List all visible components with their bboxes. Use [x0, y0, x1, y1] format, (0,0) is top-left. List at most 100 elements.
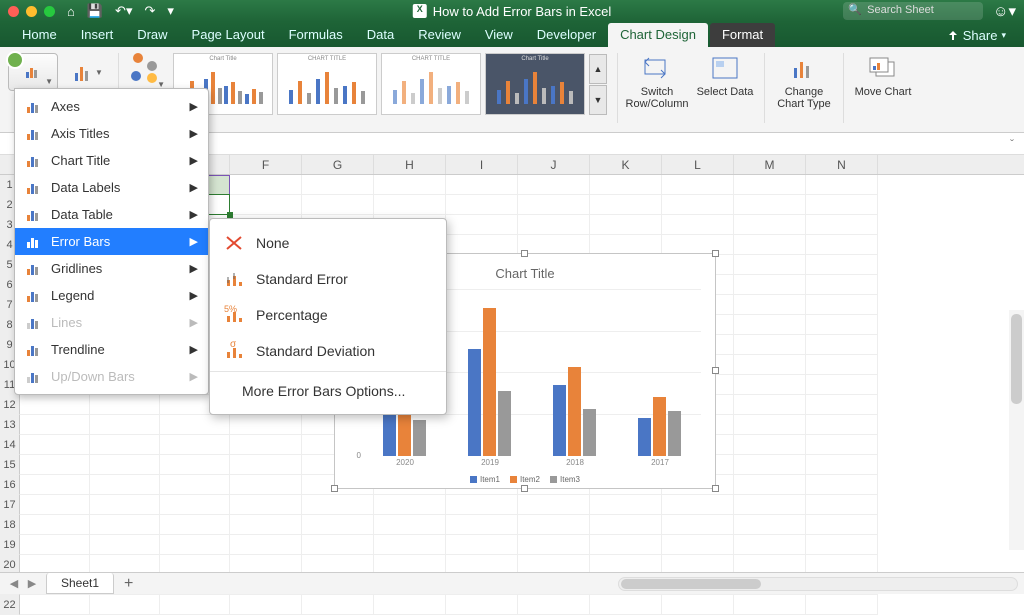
row-header[interactable]: 13 — [0, 415, 20, 435]
cell[interactable] — [590, 595, 662, 615]
cell[interactable] — [734, 595, 806, 615]
error-bars-standard-deviation[interactable]: σ Standard Deviation — [210, 333, 446, 369]
cell[interactable] — [518, 195, 590, 215]
chart-style-4[interactable]: Chart Title — [485, 53, 585, 115]
cell[interactable] — [662, 495, 734, 515]
cell[interactable] — [518, 495, 590, 515]
sheet-nav-first[interactable]: ◀ — [6, 577, 22, 590]
cell[interactable] — [90, 535, 160, 555]
cell[interactable] — [590, 535, 662, 555]
menu-item-data-table[interactable]: Data Table▶ — [15, 201, 208, 228]
cell[interactable] — [160, 455, 230, 475]
cell[interactable] — [446, 215, 518, 235]
tab-draw[interactable]: Draw — [125, 23, 179, 47]
cell[interactable] — [518, 515, 590, 535]
cell[interactable] — [230, 435, 302, 455]
chart-bar[interactable] — [638, 418, 651, 456]
column-header[interactable]: G — [302, 155, 374, 174]
chart-resize-handle[interactable] — [712, 485, 719, 492]
cell[interactable] — [806, 215, 878, 235]
cell[interactable] — [734, 435, 806, 455]
chart-bar[interactable] — [668, 411, 681, 456]
cell[interactable] — [806, 475, 878, 495]
cell[interactable] — [374, 175, 446, 195]
cell[interactable] — [734, 535, 806, 555]
tab-data[interactable]: Data — [355, 23, 406, 47]
cell[interactable] — [20, 415, 90, 435]
menu-item-axis-titles[interactable]: Axis Titles▶ — [15, 120, 208, 147]
chart-bar[interactable] — [583, 409, 596, 456]
change-colors-button[interactable]: ▼ — [129, 53, 163, 87]
chart-bar[interactable] — [498, 391, 511, 456]
chart-style-3[interactable]: CHART TITLE — [381, 53, 481, 115]
cell[interactable] — [446, 175, 518, 195]
cell[interactable] — [806, 355, 878, 375]
cell[interactable] — [90, 595, 160, 615]
cell[interactable] — [160, 495, 230, 515]
cell[interactable] — [806, 195, 878, 215]
cell[interactable] — [734, 495, 806, 515]
cell[interactable] — [90, 435, 160, 455]
cell[interactable] — [734, 415, 806, 435]
cell[interactable] — [90, 395, 160, 415]
column-header[interactable]: L — [662, 155, 734, 174]
sheet-tab-sheet1[interactable]: Sheet1 — [46, 573, 114, 594]
cell[interactable] — [230, 195, 302, 215]
cell[interactable] — [374, 595, 446, 615]
chart-styles-gallery[interactable]: Chart Title CHART TITLE CHART TITLE — [173, 53, 607, 115]
cell[interactable] — [302, 595, 374, 615]
qat-customize-icon[interactable]: ▾ — [167, 3, 174, 19]
maximize-window-button[interactable] — [44, 6, 55, 17]
cell[interactable] — [734, 215, 806, 235]
cell[interactable] — [20, 435, 90, 455]
cell[interactable] — [734, 395, 806, 415]
cell[interactable] — [734, 175, 806, 195]
select-data-button[interactable]: Select Data — [696, 53, 754, 98]
tab-review[interactable]: Review — [406, 23, 473, 47]
chart-bar[interactable] — [468, 349, 481, 456]
cell[interactable] — [734, 375, 806, 395]
cell[interactable] — [806, 335, 878, 355]
chart-resize-handle[interactable] — [712, 367, 719, 374]
cell[interactable] — [662, 595, 734, 615]
cell[interactable] — [734, 355, 806, 375]
cell[interactable] — [662, 515, 734, 535]
chart-bar[interactable] — [568, 367, 581, 456]
cell[interactable] — [734, 195, 806, 215]
cell[interactable] — [734, 335, 806, 355]
row-header[interactable]: 22 — [0, 595, 20, 615]
add-sheet-button[interactable]: + — [114, 575, 143, 593]
cell[interactable] — [230, 495, 302, 515]
collapse-ribbon-button[interactable]: ˇ — [1000, 135, 1024, 153]
chart-style-2[interactable]: CHART TITLE — [277, 53, 377, 115]
chart-legend[interactable]: Item1 Item2 Item3 — [335, 475, 715, 484]
cell[interactable] — [734, 475, 806, 495]
cell[interactable] — [230, 475, 302, 495]
cell[interactable] — [806, 375, 878, 395]
menu-item-trendline[interactable]: Trendline▶ — [15, 336, 208, 363]
menu-item-legend[interactable]: Legend▶ — [15, 282, 208, 309]
cell[interactable] — [590, 195, 662, 215]
cell[interactable] — [90, 415, 160, 435]
cell[interactable] — [374, 515, 446, 535]
tab-format[interactable]: Format — [710, 23, 775, 47]
menu-item-error-bars[interactable]: Error Bars▶ — [15, 228, 208, 255]
cell[interactable] — [302, 175, 374, 195]
cell[interactable] — [230, 595, 302, 615]
cell[interactable] — [518, 535, 590, 555]
cell[interactable] — [734, 255, 806, 275]
cell[interactable] — [590, 215, 662, 235]
cell[interactable] — [230, 415, 302, 435]
row-header[interactable]: 14 — [0, 435, 20, 455]
chart-resize-handle[interactable] — [521, 250, 528, 257]
cell[interactable] — [662, 235, 734, 255]
cell[interactable] — [590, 175, 662, 195]
cell[interactable] — [662, 535, 734, 555]
account-icon[interactable]: ☺▾ — [993, 2, 1016, 20]
cell[interactable] — [230, 515, 302, 535]
cell[interactable] — [590, 495, 662, 515]
chart-resize-handle[interactable] — [712, 250, 719, 257]
cell[interactable] — [20, 515, 90, 535]
cell[interactable] — [734, 455, 806, 475]
cell[interactable] — [806, 315, 878, 335]
